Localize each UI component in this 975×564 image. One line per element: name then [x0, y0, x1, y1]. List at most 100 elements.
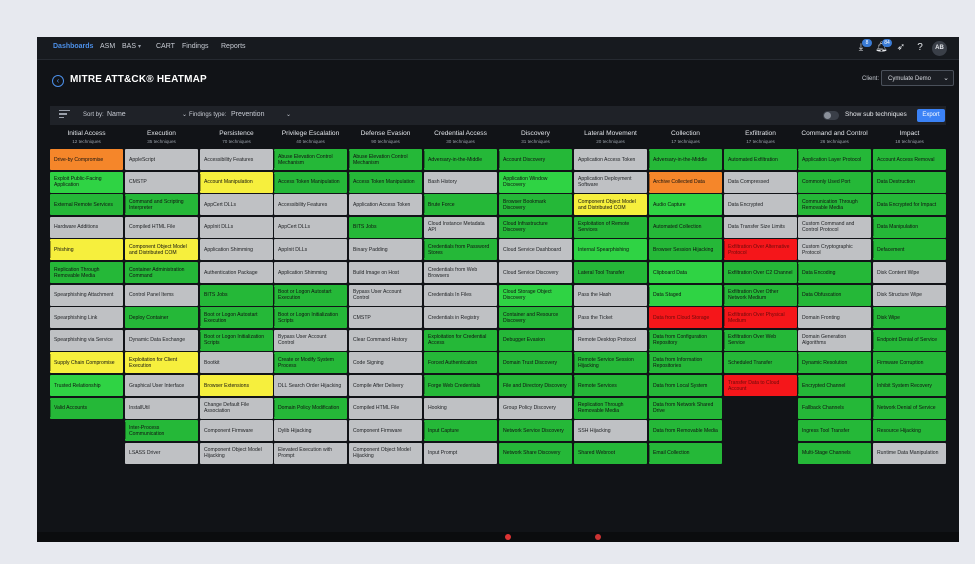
technique-cell[interactable]: Boot or Logon Autostart Execution — [274, 284, 347, 306]
technique-cell[interactable]: Exploitation for Credential Access — [424, 329, 497, 351]
rocket-icon[interactable]: ➶ — [895, 42, 907, 54]
technique-cell[interactable]: Debugger Evasion — [499, 329, 572, 351]
technique-cell[interactable]: Input Prompt — [424, 442, 497, 464]
technique-cell[interactable]: Cloud Infrastructure Discovery — [499, 216, 572, 238]
technique-cell[interactable]: Communication Through Removable Media — [798, 194, 871, 216]
technique-cell[interactable]: Automated Collection — [649, 216, 722, 238]
technique-cell[interactable]: SSH Hijacking — [574, 420, 647, 442]
technique-cell[interactable]: BITS Jobs — [200, 284, 273, 306]
technique-cell[interactable]: Exfiltration Over Web Service — [724, 329, 797, 351]
technique-cell[interactable]: Automated Exfiltration — [724, 149, 797, 170]
technique-cell[interactable]: Data from Configuration Repository — [649, 329, 722, 351]
technique-cell[interactable]: External Remote Services — [50, 194, 123, 216]
technique-cell[interactable]: Defacement — [873, 239, 946, 261]
bell-icon[interactable]: 🔔︎ 84 — [875, 39, 892, 54]
technique-cell[interactable]: Compiled HTML File — [125, 216, 198, 238]
technique-cell[interactable]: Build Image on Host — [349, 262, 422, 283]
technique-cell[interactable]: Firmware Corruption — [873, 352, 946, 374]
technique-cell[interactable]: Change Default File Association — [200, 397, 273, 419]
technique-cell[interactable]: Supply Chain Compromise — [50, 352, 123, 374]
technique-cell[interactable]: Component Firmware — [349, 420, 422, 442]
technique-cell[interactable]: Cloud Service Dashboard — [499, 239, 572, 261]
technique-cell[interactable]: Exploit Public-Facing Application — [50, 171, 123, 193]
technique-cell[interactable]: Commonly Used Port — [798, 171, 871, 193]
technique-cell[interactable]: Domain Generation Algorithms — [798, 329, 871, 351]
technique-cell[interactable]: Component Object Model and Distributed C… — [125, 239, 198, 261]
technique-cell[interactable]: Container and Resource Discovery — [499, 307, 572, 329]
technique-cell[interactable]: Application Layer Protocol — [798, 149, 871, 170]
technique-cell[interactable]: Data from Information Repositories — [649, 352, 722, 374]
technique-cell[interactable]: AppCert DLLs — [274, 216, 347, 238]
technique-cell[interactable]: Component Firmware — [200, 420, 273, 442]
technique-cell[interactable]: Network Service Discovery — [499, 420, 572, 442]
technique-cell[interactable]: Custom Cryptographic Protocol — [798, 239, 871, 261]
technique-cell[interactable]: Container Administration Command — [125, 262, 198, 283]
nav-cart[interactable]: CART — [156, 43, 175, 50]
technique-cell[interactable]: AppleScript — [125, 149, 198, 170]
technique-cell[interactable]: Data Destruction — [873, 171, 946, 193]
technique-cell[interactable]: Data Transfer Size Limits — [724, 216, 797, 238]
technique-cell[interactable]: Shared Webroot — [574, 442, 647, 464]
technique-cell[interactable]: Application Access Token — [349, 194, 422, 216]
technique-cell[interactable]: Boot or Logon Autostart Execution — [200, 307, 273, 329]
technique-cell[interactable]: Remote Service Session Hijacking — [574, 352, 647, 374]
technique-cell[interactable]: Data from Cloud Storage — [649, 307, 722, 329]
technique-cell[interactable]: Network Denial of Service — [873, 397, 946, 419]
technique-cell[interactable]: Access Token Manipulation — [274, 171, 347, 193]
technique-cell[interactable]: Dylib Hijacking — [274, 420, 347, 442]
technique-cell[interactable]: Compiled HTML File — [349, 397, 422, 419]
technique-cell[interactable]: Exfiltration Over C2 Channel — [724, 262, 797, 283]
technique-cell[interactable]: Drive-by Compromise — [50, 149, 123, 170]
technique-cell[interactable]: Application Shimming — [274, 262, 347, 283]
technique-cell[interactable]: Browser Extensions — [200, 375, 273, 396]
technique-cell[interactable]: Dynamic Resolution — [798, 352, 871, 374]
technique-cell[interactable]: Binary Padding — [349, 239, 422, 261]
technique-cell[interactable]: CMSTP — [349, 307, 422, 329]
technique-cell[interactable]: Email Collection — [649, 442, 722, 464]
technique-cell[interactable]: Data from Network Shared Drive — [649, 397, 722, 419]
nav-asm[interactable]: ASM — [100, 43, 115, 50]
technique-cell[interactable]: Adversary-in-the-Middle — [424, 149, 497, 170]
technique-cell[interactable]: Dynamic Data Exchange — [125, 329, 198, 351]
technique-cell[interactable]: Abuse Elevation Control Mechanism — [274, 149, 347, 170]
technique-cell[interactable]: Disk Wipe — [873, 307, 946, 329]
findings-type-select[interactable]: Prevention ⌄ — [231, 108, 291, 122]
technique-cell[interactable]: AppInit DLLs — [200, 216, 273, 238]
technique-cell[interactable]: Spearphishing via Service — [50, 329, 123, 351]
technique-cell[interactable]: Data Obfuscation — [798, 284, 871, 306]
technique-cell[interactable]: Control Panel Items — [125, 284, 198, 306]
technique-cell[interactable]: Brute Force — [424, 194, 497, 216]
technique-cell[interactable]: Code Signing — [349, 352, 422, 374]
technique-cell[interactable]: Data Encrypted — [724, 194, 797, 216]
technique-cell[interactable]: Data Encrypted for Impact — [873, 194, 946, 216]
technique-cell[interactable]: Multi-Stage Channels — [798, 442, 871, 464]
technique-cell[interactable]: Endpoint Denial of Service — [873, 329, 946, 351]
sort-select[interactable]: Name ⌄ — [107, 108, 187, 122]
technique-cell[interactable]: Lateral Tool Transfer — [574, 262, 647, 283]
technique-cell[interactable]: Pass the Ticket — [574, 307, 647, 329]
nav-dashboards[interactable]: Dashboards — [53, 43, 93, 50]
sub-techniques-toggle[interactable] — [823, 111, 839, 120]
technique-cell[interactable]: Bash History — [424, 171, 497, 193]
technique-cell[interactable]: Replication Through Removable Media — [574, 397, 647, 419]
technique-cell[interactable]: Runtime Data Manipulation — [873, 442, 946, 464]
technique-cell[interactable]: Browser Bookmark Discovery — [499, 194, 572, 216]
technique-cell[interactable]: File and Directory Discovery — [499, 375, 572, 396]
technique-cell[interactable]: Valid Accounts — [50, 397, 123, 419]
technique-cell[interactable]: Component Object Model Hijacking — [349, 442, 422, 464]
technique-cell[interactable]: Create or Modify System Process — [274, 352, 347, 374]
export-button[interactable]: Export — [917, 109, 945, 122]
technique-cell[interactable]: Exfiltration Over Physical Medium — [724, 307, 797, 329]
technique-cell[interactable]: Graphical User Interface — [125, 375, 198, 396]
technique-cell[interactable]: Data from Local System — [649, 375, 722, 396]
technique-cell[interactable]: Audio Capture — [649, 194, 722, 216]
technique-cell[interactable]: Credentials in Registry — [424, 307, 497, 329]
technique-cell[interactable]: Browser Session Hijacking — [649, 239, 722, 261]
technique-cell[interactable]: Forge Web Credentials — [424, 375, 497, 396]
technique-cell[interactable]: Account Discovery — [499, 149, 572, 170]
technique-cell[interactable]: Access Token Manipulation — [349, 171, 422, 193]
technique-cell[interactable]: Command and Scripting Interpreter — [125, 194, 198, 216]
technique-cell[interactable]: Credentials from Web Browsers — [424, 262, 497, 283]
technique-cell[interactable]: Custom Command and Control Protocol — [798, 216, 871, 238]
technique-cell[interactable]: Replication Through Removable Media — [50, 262, 123, 283]
